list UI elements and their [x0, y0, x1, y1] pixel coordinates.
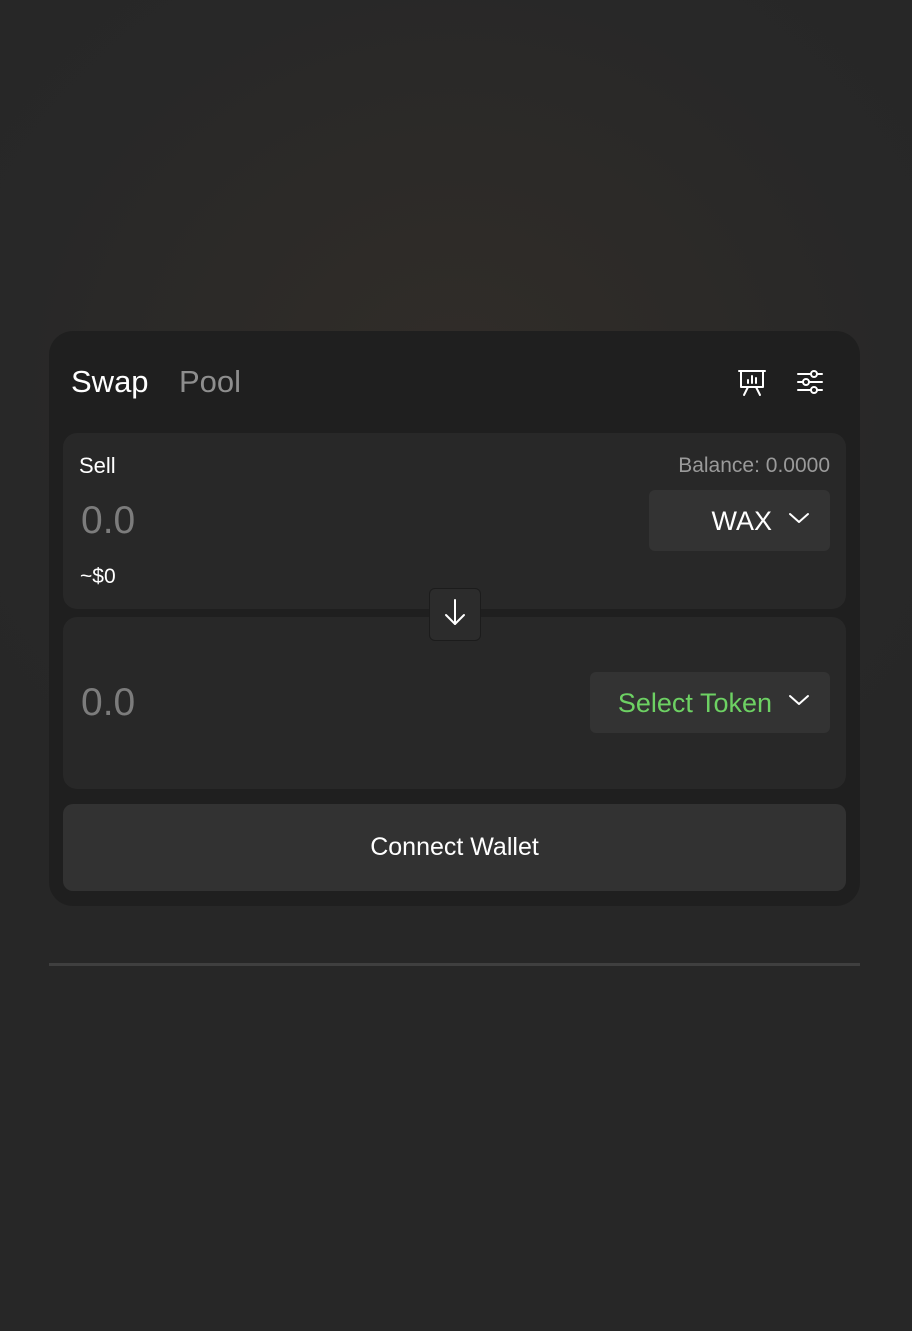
- divider: [49, 963, 860, 966]
- chevron-down-icon: [788, 511, 810, 530]
- swap-direction-button[interactable]: [429, 588, 481, 641]
- chevron-down-icon: [788, 693, 810, 712]
- connect-wallet-button[interactable]: Connect Wallet: [63, 804, 846, 891]
- select-token-button[interactable]: Select Token: [590, 672, 830, 733]
- sell-token-label: WAX: [711, 505, 773, 536]
- sell-token-select[interactable]: WAX: [649, 490, 830, 551]
- sell-balance: Balance: 0.0000: [678, 454, 830, 477]
- buy-amount-input[interactable]: [79, 677, 481, 729]
- arrow-down-icon: [442, 597, 468, 632]
- select-token-label: Select Token: [617, 687, 772, 718]
- sell-amount-input[interactable]: [79, 495, 481, 547]
- chart-icon[interactable]: [734, 364, 770, 400]
- sell-label: Sell: [79, 453, 116, 478]
- settings-sliders-icon[interactable]: [792, 364, 828, 400]
- tab-pool[interactable]: Pool: [179, 364, 241, 400]
- sell-usd-value: ~$0: [80, 565, 116, 588]
- tab-swap[interactable]: Swap: [71, 364, 149, 400]
